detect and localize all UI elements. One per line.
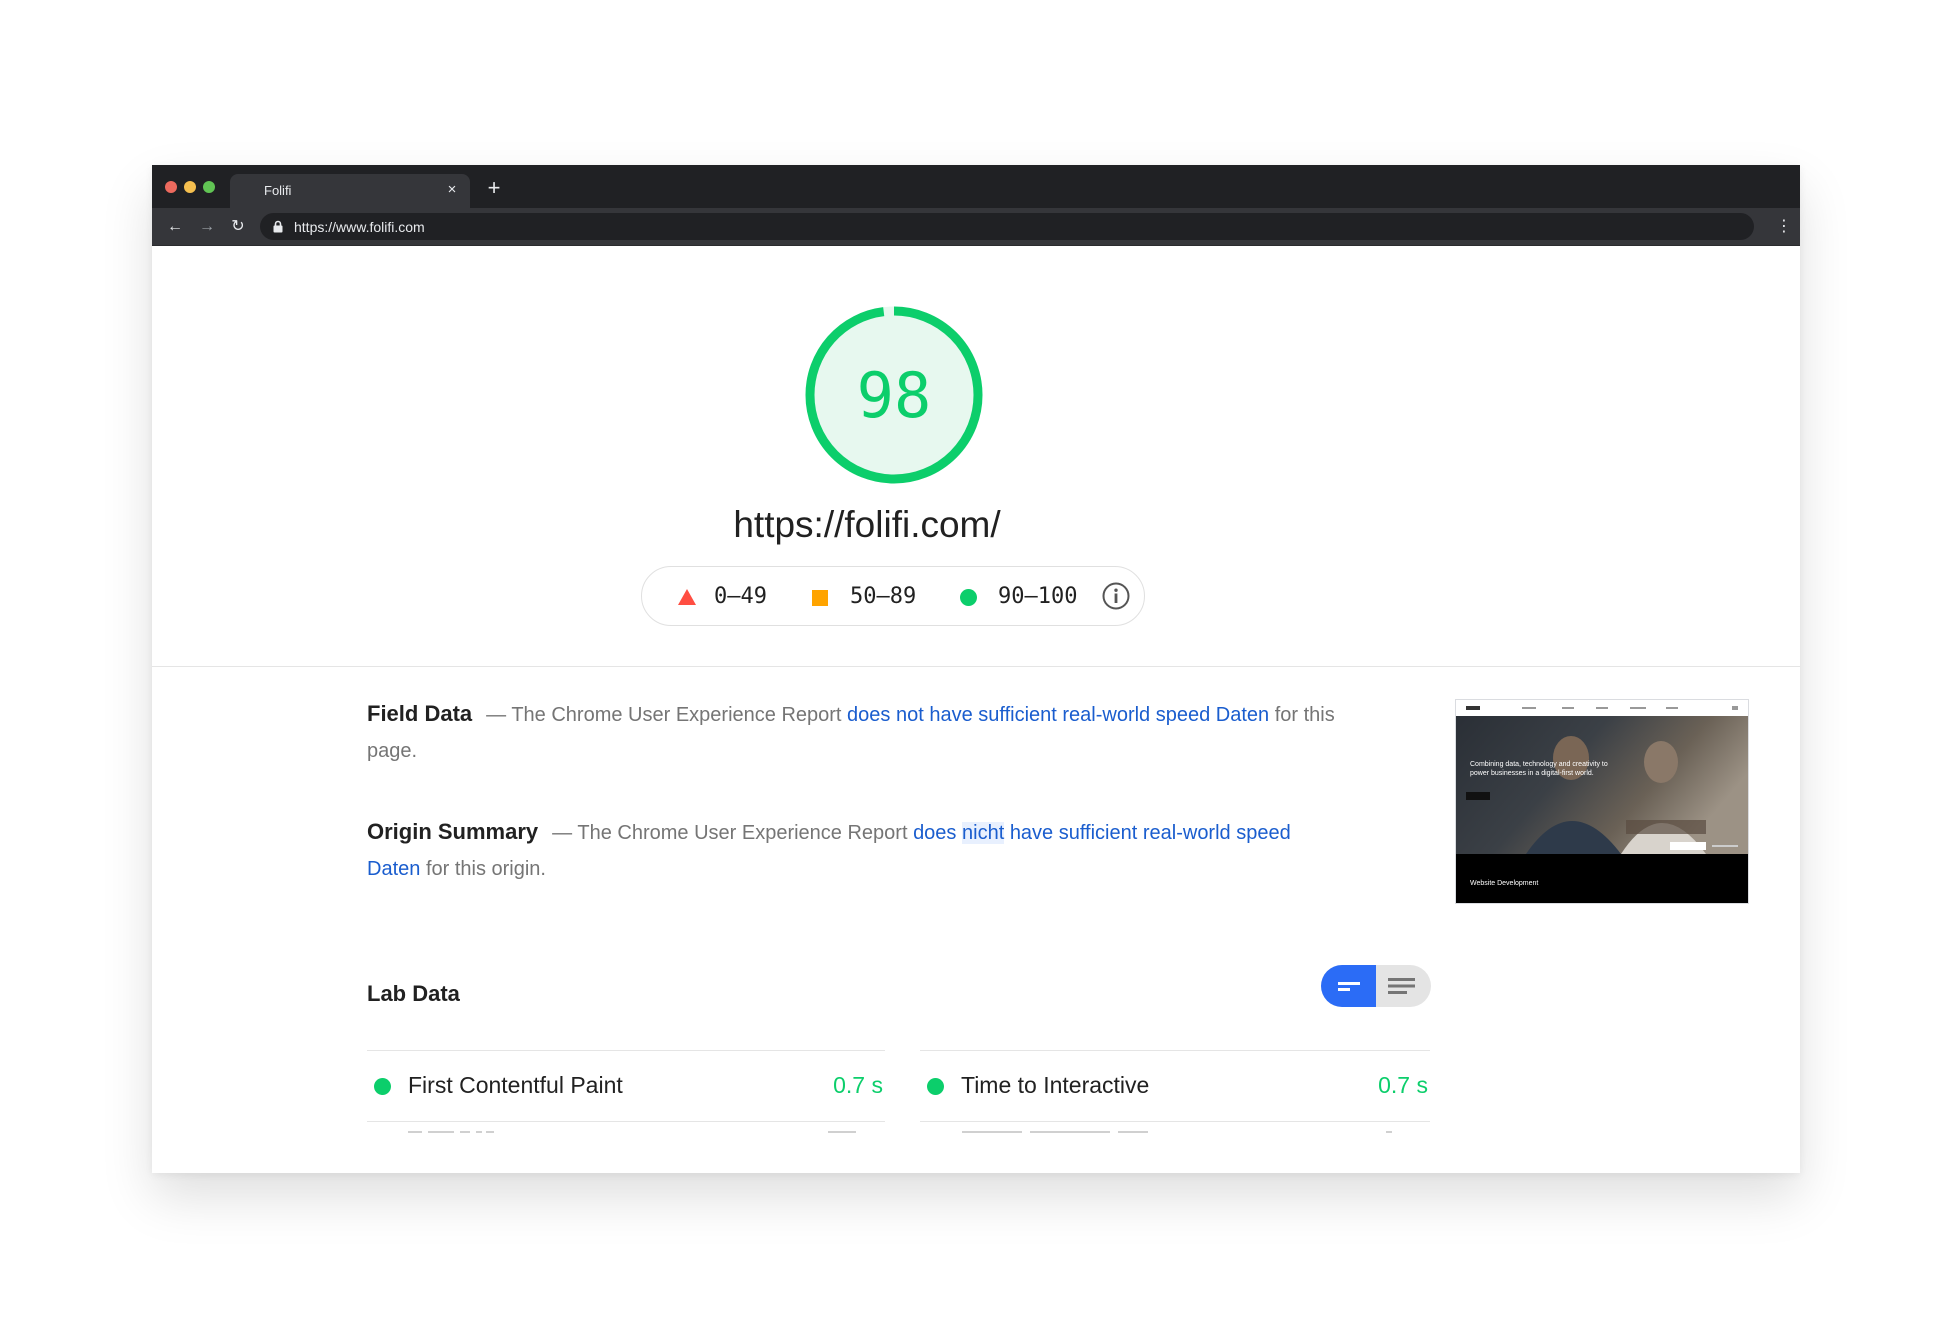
metric-row: Time to Interactive 0.7 s [920,1050,1430,1122]
back-arrow-icon[interactable]: ← [164,216,186,238]
origin-link-before: does [913,822,957,844]
forward-arrow-icon[interactable]: → [196,216,218,238]
cut-off-metric-row [962,1121,1262,1141]
origin-summary-dash: — [552,822,573,844]
legend-fail: 0–49 [678,583,767,611]
origin-link-highlight: nicht [962,822,1005,844]
cut-off-metric-value [822,1121,862,1141]
cut-off-metric-value [1382,1121,1412,1141]
performance-score: 98 [856,359,932,432]
compact-view-icon [1338,982,1360,991]
field-data-section: Field Data — The Chrome User Experience R… [367,696,1337,769]
minimize-window-button[interactable] [184,181,196,193]
lock-icon [273,220,283,233]
metric-value: 0.7 s [833,1072,883,1098]
pass-dot-icon [374,1078,391,1095]
browser-toolbar: ← → ↻ https://www.folifi.com ⋮ [152,208,1800,246]
cut-off-value-fragment [828,1131,856,1133]
origin-summary-title: Origin Summary [367,819,539,844]
thumbnail-image [1456,700,1748,903]
field-data-title: Field Data [367,701,473,726]
new-tab-icon[interactable]: + [482,177,506,201]
legend-pass: 90–100 [960,583,1077,611]
tab-close-icon[interactable]: × [442,180,462,200]
legend-pass-label: 90–100 [998,584,1078,609]
expanded-view-icon [1388,978,1415,994]
origin-summary-prefix: The Chrome User Experience Report [577,822,908,844]
browser-window: Folifi × + ← → ↻ https://www.folifi.com … [152,165,1800,1173]
browser-tab[interactable]: Folifi × [230,174,470,208]
tested-url: https://folifi.com/ [733,504,1001,545]
close-window-button[interactable] [165,181,177,193]
section-divider [152,666,1800,667]
compact-view-button[interactable] [1321,965,1376,1007]
address-url[interactable]: https://www.folifi.com [294,219,425,235]
tab-strip: Folifi × + [152,165,1800,208]
address-bar[interactable]: https://www.folifi.com [260,213,1754,240]
pagespeed-report: 98 https://folifi.com/ 0–49 50–89 90–100 [152,246,1800,1173]
origin-summary-suffix: for this origin. [425,858,546,880]
reload-icon[interactable]: ↻ [227,216,249,238]
maximize-window-button[interactable] [203,181,215,193]
kebab-menu-icon[interactable]: ⋮ [1776,216,1792,238]
thumbnail-hero-text: Combining data, technology and creativit… [1470,761,1608,777]
score-legend: 0–49 50–89 90–100 [641,566,1145,626]
legend-average-label: 50–89 [850,584,917,609]
metric-label: First Contentful Paint [408,1072,623,1098]
field-data-dash: — [486,704,507,726]
cut-off-text-fragment [962,1131,1148,1133]
metric-label: Time to Interactive [961,1072,1150,1098]
info-icon[interactable] [1102,582,1130,610]
metric-row: First Contentful Paint 0.7 s [367,1050,885,1122]
field-data-link[interactable]: does not have sufficient real-world spee… [847,704,1269,726]
legend-fail-label: 0–49 [714,584,767,609]
origin-summary-section: Origin Summary — The Chrome User Experien… [367,814,1337,887]
circle-icon [960,589,977,606]
metric-value: 0.7 s [1378,1072,1428,1098]
triangle-icon [678,589,696,605]
view-toggle[interactable] [1321,965,1431,1007]
cut-off-value-fragment [1386,1131,1392,1133]
cut-off-metric-row [408,1121,658,1141]
tab-title: Folifi [264,183,292,198]
thumbnail-footer-text: Website Development [1470,880,1539,887]
pass-dot-icon [927,1078,944,1095]
page-screenshot-thumbnail: Combining data, technology and creativit… [1455,699,1749,904]
legend-average: 50–89 [812,583,916,611]
square-icon [812,590,828,606]
expanded-view-button[interactable] [1376,965,1431,1007]
lab-data-title: Lab Data [367,981,460,1006]
cut-off-text-fragment [408,1131,494,1133]
field-data-prefix: The Chrome User Experience Report [511,704,842,726]
